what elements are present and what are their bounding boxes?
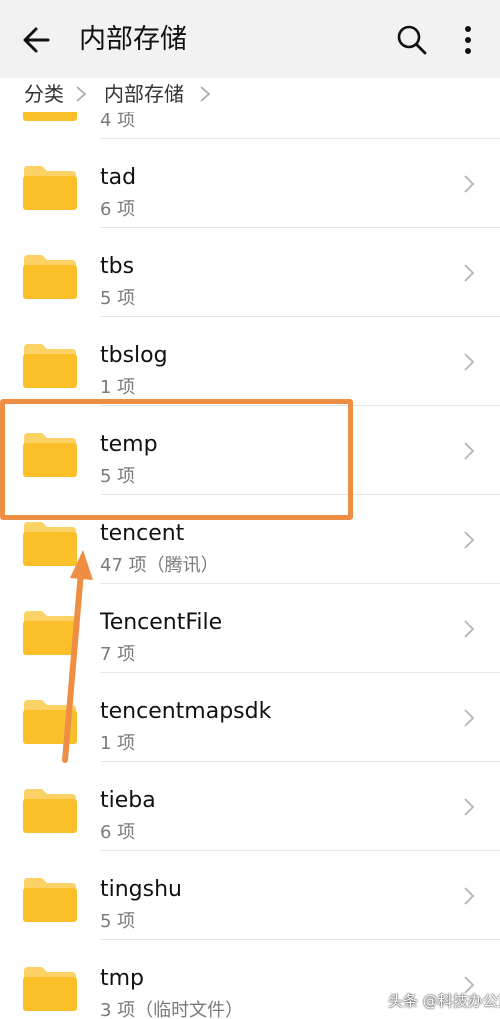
folder-item-count: 6 项 (100, 199, 136, 220)
page-title: 内部存储 (79, 24, 187, 55)
app-bar: 内部存储 (0, 0, 500, 78)
folder-icon (23, 700, 77, 744)
folder-icon (23, 166, 77, 210)
folder-item-count: 47 项（腾讯） (100, 555, 219, 576)
folder-row[interactable]: 4 项 (0, 112, 500, 139)
folder-row[interactable]: tingshu 5 项 (0, 851, 500, 940)
chevron-right-icon (464, 442, 475, 460)
chevron-right-icon (76, 86, 87, 102)
folder-row[interactable]: tad 6 项 (0, 139, 500, 228)
breadcrumb-item-internal-storage[interactable]: 内部存储 (104, 80, 184, 108)
folder-name: tencentmapsdk (100, 699, 272, 724)
folder-icon (23, 878, 77, 922)
folder-item-count: 3 项（临时文件） (100, 1000, 244, 1019)
folder-item-count: 4 项 (100, 112, 136, 131)
folder-name: tbslog (100, 343, 168, 368)
chevron-right-icon (464, 264, 475, 282)
chevron-right-icon (464, 353, 475, 371)
folder-name: tieba (100, 788, 156, 813)
arrow-left-icon[interactable] (18, 20, 58, 60)
chevron-right-icon (464, 709, 475, 727)
chevron-right-icon (200, 86, 211, 102)
folder-item-count: 6 项 (100, 822, 136, 843)
breadcrumb-item-category[interactable]: 分类 (24, 80, 64, 108)
folder-row[interactable]: tbs 5 项 (0, 228, 500, 317)
folder-icon (23, 344, 77, 388)
watermark: 头条 @科技办公室 (388, 992, 500, 1010)
search-icon[interactable] (392, 20, 432, 60)
chevron-right-icon (464, 175, 475, 193)
chevron-right-icon (464, 531, 475, 549)
folder-icon (23, 522, 77, 566)
folder-name: tmp (100, 966, 145, 991)
folder-row[interactable]: tieba 6 项 (0, 762, 500, 851)
folder-icon (23, 967, 77, 1011)
breadcrumb: 分类 内部存储 (0, 78, 500, 112)
folder-item-count: 1 项 (100, 377, 136, 398)
chevron-right-icon (464, 620, 475, 638)
folder-icon (23, 255, 77, 299)
folder-item-count: 1 项 (100, 733, 136, 754)
chevron-right-icon (464, 887, 475, 905)
folder-list: 4 项 tad 6 项 tbs 5 项 tbslog 1 项 temp 5 项 tencent 47… (0, 112, 500, 1019)
folder-icon (23, 611, 77, 655)
folder-name: tencent (100, 521, 185, 546)
folder-name: tbs (100, 254, 135, 279)
folder-row[interactable]: tencentmapsdk 1 项 (0, 673, 500, 762)
folder-item-count: 5 项 (100, 911, 136, 932)
folder-name: TencentFile (100, 610, 223, 635)
more-vertical-icon[interactable] (450, 20, 486, 60)
folder-row[interactable]: TencentFile 7 项 (0, 584, 500, 673)
folder-name: tad (100, 165, 137, 190)
folder-row[interactable]: tbslog 1 项 (0, 317, 500, 406)
chevron-right-icon (464, 798, 475, 816)
folder-item-count: 7 项 (100, 644, 136, 665)
highlight-box (0, 399, 353, 520)
folder-name: tingshu (100, 877, 182, 902)
folder-item-count: 5 项 (100, 288, 136, 309)
folder-icon (23, 789, 77, 833)
folder-icon (23, 112, 77, 121)
